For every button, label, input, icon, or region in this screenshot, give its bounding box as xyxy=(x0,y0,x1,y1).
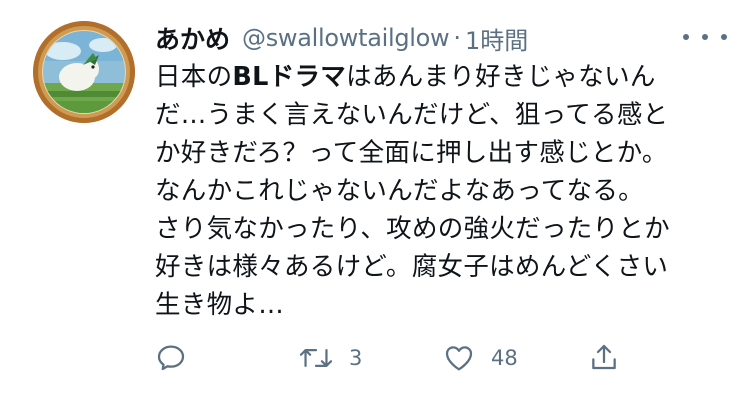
bold-phrase: BLドラマ xyxy=(232,62,347,92)
like-button[interactable]: 48 xyxy=(443,338,518,378)
tweet-line-7: 生き物よ… xyxy=(155,290,285,320)
display-name[interactable]: あかめ xyxy=(155,20,230,56)
avatar-image xyxy=(33,21,135,123)
tweet-line-1: 日本のBLドラマはあんまり好きじゃないん xyxy=(155,62,656,92)
tweet-line-3: か好きだろ？って全面に押し出す感じとか。 xyxy=(155,138,668,168)
tweet-header: あかめ @swallowtailglow · 1時間 xyxy=(155,18,715,58)
retweet-button[interactable]: 3 xyxy=(299,338,362,378)
more-options-icon[interactable] xyxy=(683,30,727,44)
reply-button[interactable] xyxy=(155,338,187,378)
share-icon xyxy=(592,344,616,370)
tweet[interactable]: あかめ @swallowtailglow · 1時間 日本のBLドラマはあんまり… xyxy=(0,0,750,399)
tweet-line-6: 好きは様々あるけど。腐女子はめんどくさい xyxy=(155,252,669,282)
timestamp[interactable]: 1時間 xyxy=(465,21,528,56)
tweet-actions: 3 48 xyxy=(0,338,750,378)
share-button[interactable] xyxy=(588,338,620,378)
retweet-count: 3 xyxy=(349,346,363,370)
tweet-line-4: なんかこれじゃないんだよなあってなる。 xyxy=(155,176,644,206)
user-handle[interactable]: @swallowtailglow xyxy=(242,24,450,52)
tweet-text: 日本のBLドラマはあんまり好きじゃないん だ…うまく言えないんだけど、狙ってる感… xyxy=(155,58,735,324)
separator: · xyxy=(453,24,462,52)
reply-icon xyxy=(157,345,185,371)
avatar[interactable] xyxy=(33,21,135,123)
tweet-line-2: だ…うまく言えないんだけど、狙ってる感と xyxy=(155,100,669,130)
heart-icon xyxy=(445,346,473,371)
tweet-line-5: さり気なかったり、攻めの強火だったりとか xyxy=(155,214,670,244)
like-count: 48 xyxy=(491,346,518,370)
retweet-icon xyxy=(299,349,333,367)
